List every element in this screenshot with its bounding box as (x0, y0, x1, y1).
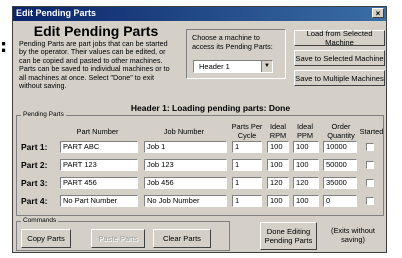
window-title: Edit Pending Parts (16, 8, 97, 18)
stray-colon: : (0, 36, 8, 57)
title-bar: Edit Pending Parts × (13, 7, 386, 21)
row-1-part-number[interactable]: PART ABC (60, 141, 138, 153)
clear-parts-button[interactable]: Clear Parts (153, 229, 211, 248)
pending-parts-caption: Pending Parts (21, 111, 66, 118)
row-4-part-number[interactable]: No Part Number (60, 195, 138, 207)
row-1-order-quantity[interactable]: 10000 (323, 141, 357, 153)
row-2-job-number[interactable]: Job 123 (144, 159, 227, 171)
row-2-label: Part 2: (21, 160, 48, 170)
row-1-job-number[interactable]: Job 1 (144, 141, 227, 153)
row-1-label: Part 1: (21, 142, 48, 152)
row-2-ideal-ppm[interactable]: 100 (293, 159, 319, 171)
row-4-label: Part 4: (21, 196, 48, 206)
done-exit-note: (Exits without saving) (331, 226, 375, 244)
row-1-ideal-rpm[interactable]: 100 (267, 141, 289, 153)
dropdown-arrow-icon[interactable]: ▼ (261, 61, 272, 72)
machine-chooser: Choose a machine to access its Pending P… (186, 29, 286, 79)
row-4-ideal-ppm[interactable]: 100 (293, 195, 319, 207)
col-ideal-rpm: Ideal RPM (269, 122, 287, 140)
col-started: Started (359, 127, 384, 136)
copy-parts-button[interactable]: Copy Parts (21, 229, 71, 248)
row-3-part-number[interactable]: PART 456 (60, 177, 138, 189)
row-4-started-checkbox[interactable] (366, 197, 374, 205)
col-job-number: Job Number (163, 127, 205, 136)
row-3-started-checkbox[interactable] (366, 179, 374, 187)
row-2-parts-per-cycle[interactable]: 1 (232, 159, 262, 171)
row-3-job-number[interactable]: Job 456 (144, 177, 227, 189)
row-4-ideal-rpm[interactable]: 100 (267, 195, 289, 207)
page-heading: Edit Pending Parts (33, 23, 159, 39)
save-to-selected-machine-button[interactable]: Save to Selected Machine (294, 50, 385, 66)
done-editing-button[interactable]: Done Editing Pending Parts (260, 222, 317, 250)
edit-pending-parts-window: Edit Pending Parts × Edit Pending Parts … (12, 6, 387, 253)
row-3-ideal-rpm[interactable]: 120 (267, 177, 289, 189)
row-2-ideal-rpm[interactable]: 100 (267, 159, 289, 171)
close-icon[interactable]: × (372, 8, 384, 18)
row-2-order-quantity[interactable]: 50000 (323, 159, 357, 171)
row-3-parts-per-cycle[interactable]: 1 (232, 177, 262, 189)
row-1-started-checkbox[interactable] (366, 143, 374, 151)
intro-description: Pending Parts are part jobs that can be … (19, 39, 170, 91)
pending-parts-group: Pending Parts Part Number Job Number Par… (16, 111, 384, 216)
machine-chooser-prompt: Choose a machine to access its Pending P… (192, 33, 273, 51)
machine-select[interactable]: Header 1 ▼ (193, 60, 273, 73)
row-4-order-quantity[interactable]: 0 (323, 195, 357, 207)
row-1-parts-per-cycle[interactable]: 1 (232, 141, 262, 153)
col-order-quantity: Order Quantity (327, 122, 355, 140)
paste-parts-button[interactable]: Paste Parts (91, 229, 145, 248)
commands-group: Commands Copy Parts Paste Parts Clear Pa… (16, 217, 230, 251)
row-3-label: Part 3: (21, 178, 48, 188)
row-2-started-checkbox[interactable] (366, 161, 374, 169)
load-from-selected-machine-button[interactable]: Load from Selected Machine (294, 29, 385, 47)
col-part-number: Part Number (76, 127, 119, 136)
row-1-ideal-ppm[interactable]: 100 (293, 141, 319, 153)
machine-select-value: Header 1 (199, 62, 230, 71)
row-4-parts-per-cycle[interactable]: 1 (232, 195, 262, 207)
row-3-order-quantity[interactable]: 35000 (323, 177, 357, 189)
row-3-ideal-ppm[interactable]: 120 (293, 177, 319, 189)
commands-caption: Commands (21, 217, 59, 224)
col-ideal-ppm: Ideal PPM (296, 122, 314, 140)
save-to-multiple-machines-button[interactable]: Save to Multiple Machines (294, 70, 385, 86)
row-4-job-number[interactable]: No Job Number (144, 195, 227, 207)
col-parts-per-cycle: Parts Per Cycle (231, 122, 263, 140)
status-message: Header 1: Loading pending parts: Done (130, 103, 291, 113)
row-2-part-number[interactable]: PART 123 (60, 159, 138, 171)
